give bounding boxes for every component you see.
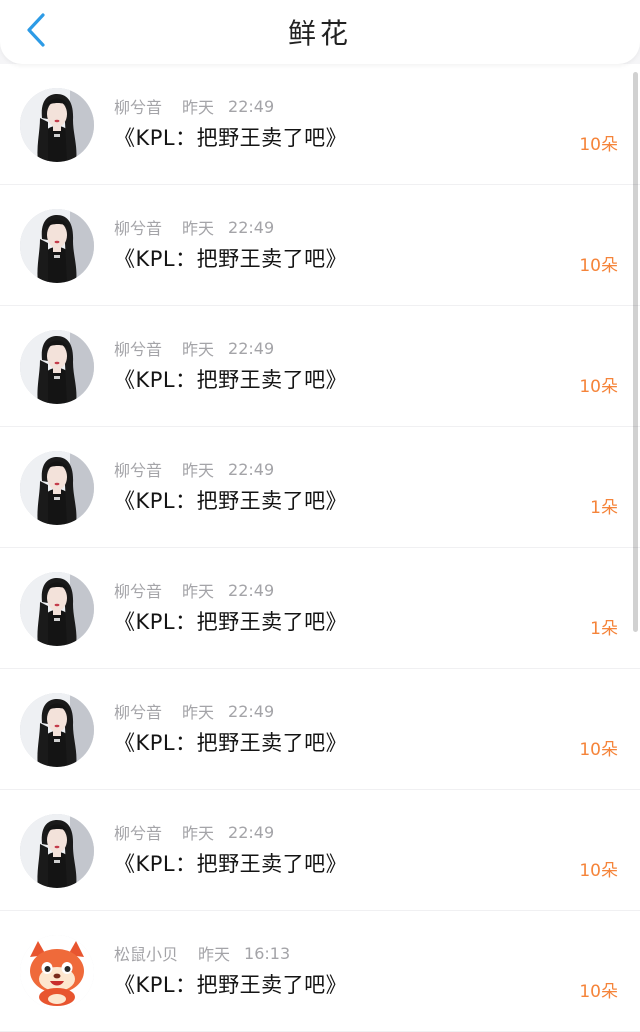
gift-day: 昨天 xyxy=(182,461,215,480)
user-avatar[interactable] xyxy=(20,451,94,525)
gift-row-content: 柳兮音 昨天 22:49 《KPL：把野王卖了吧》 xyxy=(114,336,640,394)
gift-time: 22:49 xyxy=(228,217,275,237)
gift-row[interactable]: 柳兮音 昨天 22:49 《KPL：把野王卖了吧》 10朵 xyxy=(0,790,640,911)
gift-day: 昨天 xyxy=(182,582,215,601)
gift-meta: 柳兮音 昨天 22:49 xyxy=(114,336,640,360)
gift-row-content: 柳兮音 昨天 22:49 《KPL：把野王卖了吧》 xyxy=(114,94,640,152)
top-bar: 鲜花 xyxy=(0,0,640,64)
gift-row-content: 柳兮音 昨天 22:49 《KPL：把野王卖了吧》 xyxy=(114,820,640,878)
gift-row[interactable]: 柳兮音 昨天 22:49 《KPL：把野王卖了吧》 10朵 xyxy=(0,185,640,306)
gift-row-content: 松鼠小贝 昨天 16:13 《KPL：把野王卖了吧》 xyxy=(114,941,640,999)
scrollbar[interactable] xyxy=(633,72,638,632)
gift-meta: 柳兮音 昨天 22:49 xyxy=(114,699,640,723)
book-title[interactable]: 《KPL：把野王卖了吧》 xyxy=(114,727,640,757)
flower-gift-list: 柳兮音 昨天 22:49 《KPL：把野王卖了吧》 10朵 柳兮音 昨天 22:49 《KPL… xyxy=(0,64,640,1032)
gift-time: 22:49 xyxy=(228,459,275,479)
flower-count: 10朵 xyxy=(579,861,618,881)
gift-row-content: 柳兮音 昨天 22:49 《KPL：把野王卖了吧》 xyxy=(114,699,640,757)
book-title[interactable]: 《KPL：把野王卖了吧》 xyxy=(114,485,640,515)
fox-avatar[interactable] xyxy=(20,935,94,1009)
user-avatar[interactable] xyxy=(20,693,94,767)
gift-day: 昨天 xyxy=(182,219,215,238)
book-title[interactable]: 《KPL：把野王卖了吧》 xyxy=(114,243,640,273)
book-title[interactable]: 《KPL：把野王卖了吧》 xyxy=(114,848,640,878)
sender-name[interactable]: 柳兮音 xyxy=(114,215,162,239)
flower-count: 10朵 xyxy=(579,377,618,397)
flower-count: 10朵 xyxy=(579,740,618,760)
gift-meta: 柳兮音 昨天 22:49 xyxy=(114,457,640,481)
sender-name[interactable]: 柳兮音 xyxy=(114,578,162,602)
gift-meta: 松鼠小贝 昨天 16:13 xyxy=(114,941,640,965)
flower-count: 10朵 xyxy=(579,982,618,1002)
user-avatar[interactable] xyxy=(20,209,94,283)
book-title[interactable]: 《KPL：把野王卖了吧》 xyxy=(114,969,640,999)
gift-meta: 柳兮音 昨天 22:49 xyxy=(114,578,640,602)
sender-name[interactable]: 柳兮音 xyxy=(114,699,162,723)
user-avatar[interactable] xyxy=(20,330,94,404)
sender-name[interactable]: 柳兮音 xyxy=(114,336,162,360)
sender-name[interactable]: 柳兮音 xyxy=(114,94,162,118)
book-title[interactable]: 《KPL：把野王卖了吧》 xyxy=(114,606,640,636)
gift-day: 昨天 xyxy=(182,703,215,722)
user-avatar[interactable] xyxy=(20,572,94,646)
gift-time: 16:13 xyxy=(244,943,291,963)
gift-time: 22:49 xyxy=(228,338,275,358)
gift-row[interactable]: 柳兮音 昨天 22:49 《KPL：把野王卖了吧》 10朵 xyxy=(0,64,640,185)
gift-row-content: 柳兮音 昨天 22:49 《KPL：把野王卖了吧》 xyxy=(114,215,640,273)
flower-count: 1朵 xyxy=(590,498,618,518)
sender-name[interactable]: 柳兮音 xyxy=(114,457,162,481)
book-title[interactable]: 《KPL：把野王卖了吧》 xyxy=(114,122,640,152)
gift-row[interactable]: 柳兮音 昨天 22:49 《KPL：把野王卖了吧》 1朵 xyxy=(0,427,640,548)
gift-row[interactable]: 柳兮音 昨天 22:49 《KPL：把野王卖了吧》 10朵 xyxy=(0,669,640,790)
gift-row[interactable]: 柳兮音 昨天 22:49 《KPL：把野王卖了吧》 1朵 xyxy=(0,548,640,669)
gift-meta: 柳兮音 昨天 22:49 xyxy=(114,215,640,239)
page-title: 鲜花 xyxy=(287,17,352,50)
gift-time: 22:49 xyxy=(228,822,275,842)
gift-day: 昨天 xyxy=(182,340,215,359)
gift-time: 22:49 xyxy=(228,580,275,600)
gift-time: 22:49 xyxy=(228,701,275,721)
gift-time: 22:49 xyxy=(228,96,275,116)
sender-name[interactable]: 松鼠小贝 xyxy=(114,941,178,965)
gift-row-content: 柳兮音 昨天 22:49 《KPL：把野王卖了吧》 xyxy=(114,578,640,636)
gift-row-content: 柳兮音 昨天 22:49 《KPL：把野王卖了吧》 xyxy=(114,457,640,515)
gift-day: 昨天 xyxy=(198,945,231,964)
user-avatar[interactable] xyxy=(20,88,94,162)
flower-count: 10朵 xyxy=(579,135,618,155)
sender-name[interactable]: 柳兮音 xyxy=(114,820,162,844)
gift-row[interactable]: 柳兮音 昨天 22:49 《KPL：把野王卖了吧》 10朵 xyxy=(0,306,640,427)
gift-meta: 柳兮音 昨天 22:49 xyxy=(114,94,640,118)
flower-count: 10朵 xyxy=(579,256,618,276)
gift-row[interactable]: 松鼠小贝 昨天 16:13 《KPL：把野王卖了吧》 10朵 xyxy=(0,911,640,1032)
gift-meta: 柳兮音 昨天 22:49 xyxy=(114,820,640,844)
book-title[interactable]: 《KPL：把野王卖了吧》 xyxy=(114,364,640,394)
flower-count: 1朵 xyxy=(590,619,618,639)
gift-day: 昨天 xyxy=(182,824,215,843)
gift-day: 昨天 xyxy=(182,98,215,117)
user-avatar[interactable] xyxy=(20,814,94,888)
